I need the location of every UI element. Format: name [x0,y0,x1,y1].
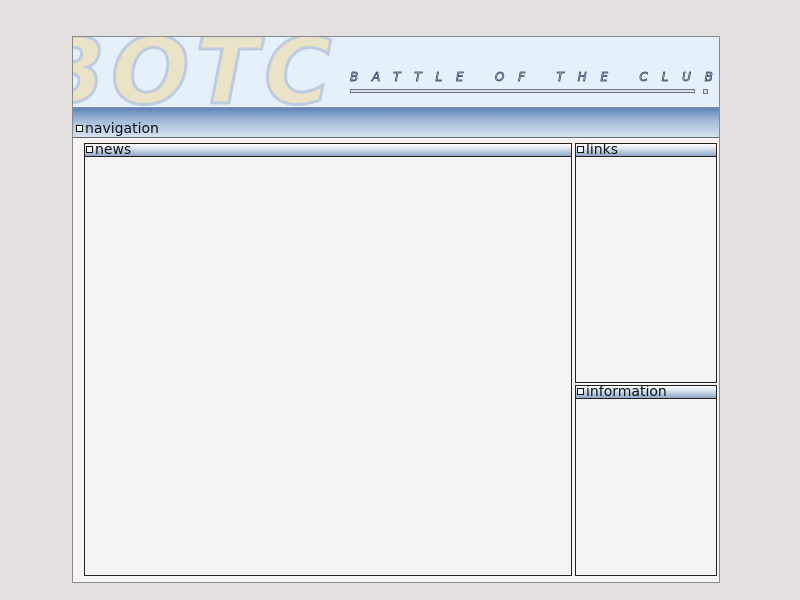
information-panel-title: information [586,384,667,400]
news-panel-header: news [85,142,571,158]
news-panel-title: news [95,142,132,158]
tagline-underline [350,89,695,93]
header-banner: BOTC BATTLE OF THE CLUBS [73,37,719,108]
bullet-square-icon [577,145,584,153]
navigation-label: navigation [85,121,159,137]
links-panel: links [575,143,717,383]
bullet-square-icon [76,124,83,132]
links-panel-header: links [576,142,716,158]
links-panel-title: links [586,142,619,158]
information-panel-body [576,399,716,575]
bullet-square-icon [577,387,584,395]
navigation-bar: navigation [73,108,719,138]
tagline-dot [703,89,708,94]
news-panel: news [84,143,572,576]
links-panel-body [576,157,716,382]
information-panel: information [575,385,717,576]
logo-lettering: BOTC [73,37,338,107]
site-tagline: BATTLE OF THE CLUBS [350,70,719,85]
information-panel-header: information [576,384,716,400]
bullet-square-icon [86,145,93,153]
news-panel-body [85,157,571,575]
page-frame: BOTC BATTLE OF THE CLUBS navigation news… [72,36,720,583]
navigation-heading[interactable]: navigation [76,121,159,137]
